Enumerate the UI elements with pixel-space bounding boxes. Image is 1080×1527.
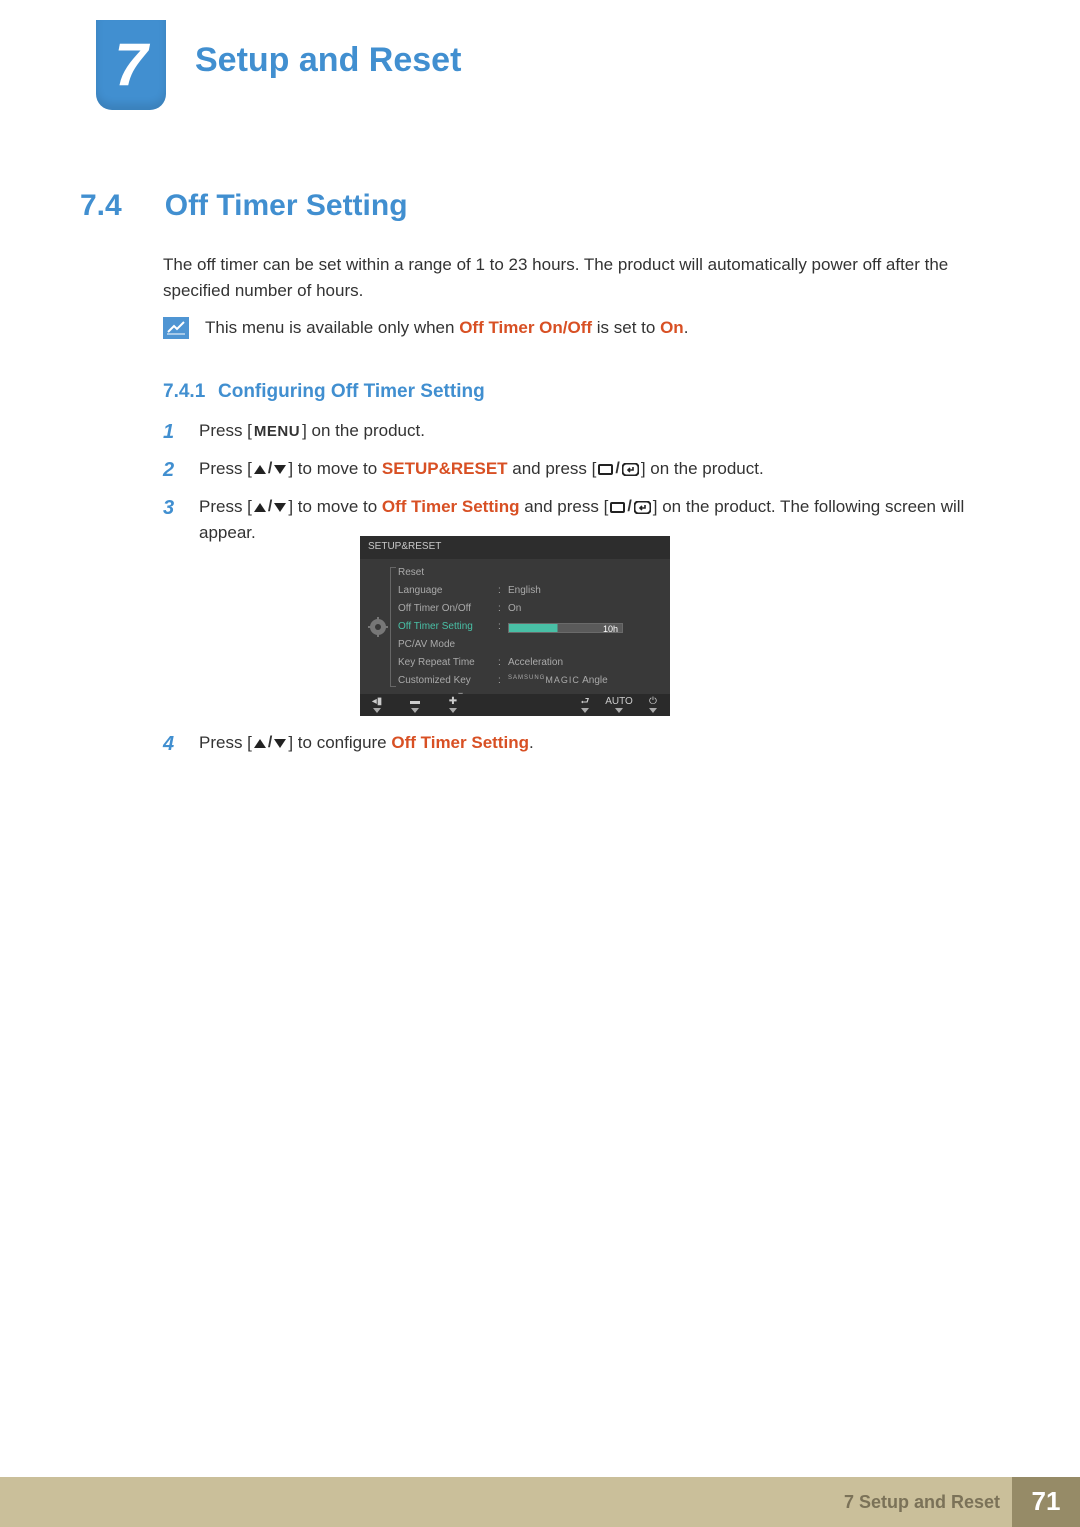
- footer-chapter-text: 7 Setup and Reset: [844, 1489, 1000, 1515]
- note-pre: This menu is available only when: [205, 318, 459, 337]
- osd-slider: 10h: [508, 623, 623, 633]
- step-4-target: Off Timer Setting: [391, 733, 529, 752]
- step-4-post: .: [529, 733, 534, 752]
- step-3-mid2: and press [: [520, 497, 609, 516]
- step-4-number: 4: [163, 730, 183, 758]
- osd-onoff-label: Off Timer On/Off: [398, 602, 498, 617]
- intro-paragraph: The off timer can be set within a range …: [163, 252, 1003, 305]
- section-title: Off Timer Setting: [165, 189, 408, 222]
- osd-custom-value: SAMSUNGMAGIC Angle: [508, 674, 608, 689]
- note-highlight-1: Off Timer On/Off: [459, 318, 592, 337]
- step-1: 1 Press [MENU] on the product.: [163, 418, 1003, 446]
- chapter-number: 7: [114, 35, 147, 95]
- osd-footer: ◂▮ ▬ ✚ ⮐ AUTO ⏻: [360, 694, 670, 716]
- up-down-icon: /: [252, 457, 288, 482]
- step-3-mid1: ] to move to: [288, 497, 382, 516]
- footer-page-number: 71: [1012, 1477, 1080, 1527]
- note-text: This menu is available only when Off Tim…: [205, 316, 688, 341]
- step-1-post: ] on the product.: [302, 421, 425, 440]
- step-1-number: 1: [163, 418, 183, 446]
- osd-custom-label: Customized Key: [398, 674, 498, 689]
- step-2-number: 2: [163, 456, 183, 484]
- osd-keyrep-value: Acceleration: [508, 656, 563, 671]
- osd-custom-angle: Angle: [580, 675, 608, 686]
- menu-button-label: MENU: [252, 420, 302, 443]
- step-4: 4 Press [/] to configure Off Timer Setti…: [163, 730, 1003, 758]
- step-2-pre: Press [: [199, 459, 252, 478]
- osd-row-onoff: Off Timer On/Off:On: [398, 601, 662, 619]
- step-4-body: Press [/] to configure Off Timer Setting…: [199, 730, 1003, 758]
- osd-body: Reset Language:English Off Timer On/Off:…: [360, 559, 670, 704]
- step-3-number: 3: [163, 494, 183, 547]
- subsection-number: 7.4.1: [163, 381, 205, 402]
- osd-screenshot: SETUP&RESET Reset Language:English Off T…: [360, 536, 670, 716]
- chapter-badge: 7: [96, 20, 166, 110]
- step-1-body: Press [MENU] on the product.: [199, 418, 1003, 446]
- page-footer: 7 Setup and Reset 71: [0, 1477, 1080, 1527]
- osd-row-keyrep: Key Repeat Time:Acceleration: [398, 655, 662, 673]
- source-enter-icon: /: [608, 495, 652, 520]
- step-4-pre: Press [: [199, 733, 252, 752]
- osd-title: SETUP&RESET: [360, 536, 670, 559]
- osd-language-label: Language: [398, 584, 498, 599]
- step-4-mid: ] to configure: [288, 733, 391, 752]
- step-2: 2 Press [/] to move to SETUP&RESET and p…: [163, 456, 1003, 484]
- osd-bracket: [390, 567, 391, 687]
- osd-row-setting: Off Timer Setting:10h: [398, 619, 662, 637]
- step-2-mid1: ] to move to: [288, 459, 382, 478]
- chapter-title: Setup and Reset: [195, 36, 461, 85]
- osd-pcav-label: PC/AV Mode: [398, 638, 498, 653]
- section-heading: 7.4 Off Timer Setting: [80, 184, 408, 228]
- source-enter-icon: /: [596, 457, 640, 482]
- osd-footer-power-icon: ⏻: [646, 697, 660, 713]
- subsection-heading: 7.4.1 Configuring Off Timer Setting: [163, 378, 485, 406]
- osd-footer-back-icon: ◂▮: [370, 697, 384, 713]
- step-2-post: ] on the product.: [641, 459, 764, 478]
- note-icon: [163, 317, 189, 339]
- up-down-icon: /: [252, 731, 288, 756]
- note-highlight-2: On: [660, 318, 684, 337]
- step-1-pre: Press [: [199, 421, 252, 440]
- up-down-icon: /: [252, 495, 288, 520]
- osd-language-value: English: [508, 584, 541, 599]
- osd-footer-auto: AUTO: [612, 697, 626, 713]
- osd-footer-plus-icon: ✚: [446, 697, 460, 713]
- osd-custom-magic: MAGIC: [545, 675, 580, 685]
- osd-footer-enter-icon: ⮐: [578, 697, 592, 713]
- note-mid: is set to: [592, 318, 660, 337]
- section-number: 7.4: [80, 184, 160, 228]
- osd-row-reset: Reset: [398, 565, 662, 583]
- step-2-mid2: and press [: [508, 459, 597, 478]
- osd-keyrep-label: Key Repeat Time: [398, 656, 498, 671]
- osd-setting-value: 10h: [603, 623, 618, 636]
- gear-icon: [368, 617, 388, 637]
- step-3-target: Off Timer Setting: [382, 497, 520, 516]
- osd-onoff-value: On: [508, 602, 521, 617]
- step-2-target: SETUP&RESET: [382, 459, 508, 478]
- step-2-body: Press [/] to move to SETUP&RESET and pre…: [199, 456, 1003, 484]
- osd-custom-brand: SAMSUNG: [508, 675, 545, 681]
- osd-row-pcav: PC/AV Mode: [398, 637, 662, 655]
- step-3-pre: Press [: [199, 497, 252, 516]
- note-post: .: [684, 318, 689, 337]
- osd-footer-minus-icon: ▬: [408, 697, 422, 713]
- subsection-title: Configuring Off Timer Setting: [218, 381, 485, 402]
- note-row: This menu is available only when Off Tim…: [163, 316, 688, 341]
- osd-footer-auto-label: AUTO: [612, 697, 626, 707]
- osd-reset-label: Reset: [398, 566, 498, 581]
- osd-row-language: Language:English: [398, 583, 662, 601]
- osd-setting-label: Off Timer Setting: [398, 620, 498, 635]
